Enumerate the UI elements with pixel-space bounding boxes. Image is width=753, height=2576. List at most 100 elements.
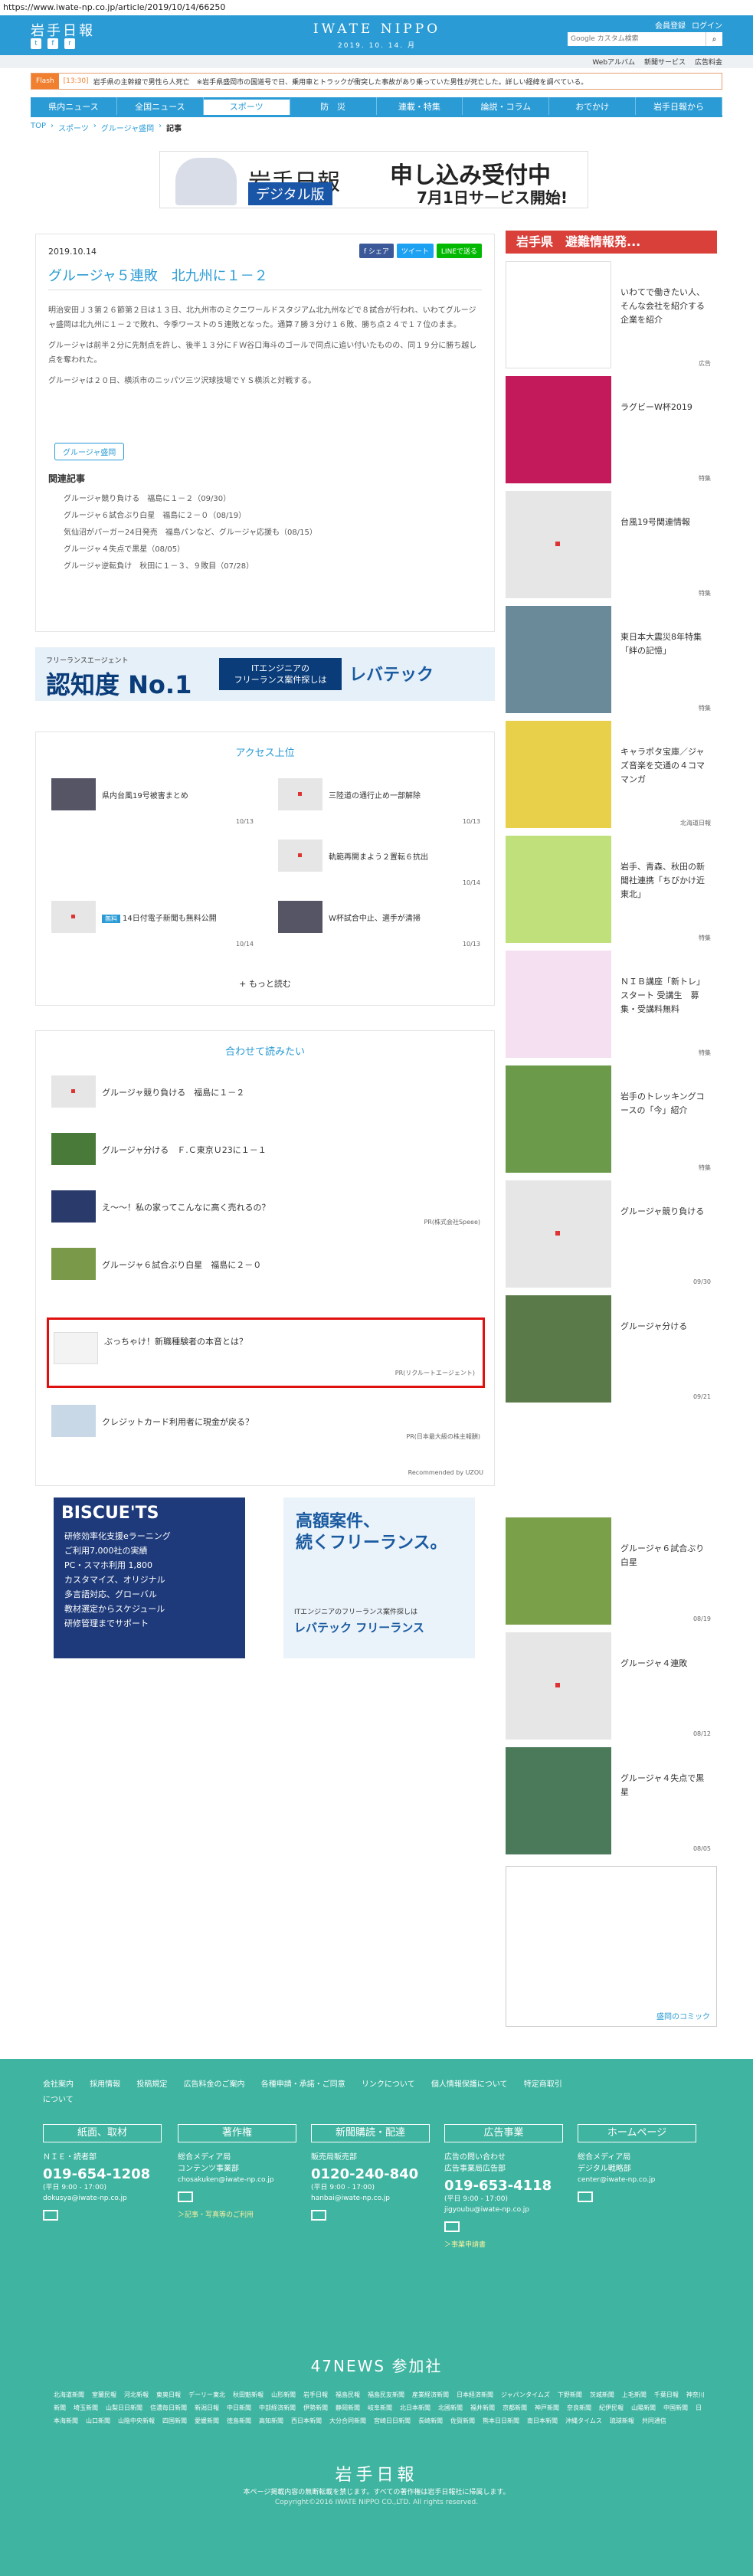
nav-item[interactable]: 岩手日報から (636, 97, 722, 115)
footer-link[interactable]: 投稿規定 (136, 2080, 167, 2089)
reco-item-highlighted[interactable]: ぶっちゃけ！新職種験者の本音とは？ PR(リクルートエージェント) (47, 1317, 485, 1388)
news-partner-link[interactable]: 岐阜新聞 (368, 2404, 392, 2411)
footer-link[interactable]: 広告料金のご案内 (184, 2080, 245, 2089)
breadcrumb-item[interactable]: グルージャ盛岡 (101, 122, 154, 133)
side-item[interactable]: グルージャ４連敗 08/12 (506, 1632, 717, 1740)
nav-item[interactable]: 防 災 (290, 97, 377, 115)
news-partner-link[interactable]: 千葉日報 (654, 2391, 679, 2398)
phone-number[interactable]: 019-654-1208 (43, 2166, 162, 2182)
uzou-credit[interactable]: Recommended by UZOU (408, 1469, 483, 1476)
site-logo[interactable]: 岩手日報 (31, 20, 95, 40)
email-link[interactable]: jigyoubu@iwate-np.co.jp (444, 2204, 563, 2215)
news-partner-link[interactable]: 秋田魁新報 (233, 2391, 264, 2398)
news-partner-link[interactable]: 岩手日報 (303, 2391, 328, 2398)
comic-widget[interactable]: 盛岡のコミック (506, 1866, 717, 2027)
side-item[interactable]: 台風19号関連情報 特集 (506, 491, 717, 598)
search-input[interactable] (568, 32, 706, 46)
levtech-ad[interactable]: 高額案件、 続くフリーランス。 ITエンジニアのフリーランス案件探しは レバテッ… (283, 1497, 475, 1658)
search-button[interactable]: ⌕ (706, 32, 722, 46)
news-partner-link[interactable]: 長崎新聞 (418, 2417, 443, 2424)
ranking-item[interactable]: 無料 14日付電子新聞も無料公開 10/14 (51, 901, 254, 954)
ranking-item[interactable]: W杯試合中止、選手が清掃 10/13 (278, 901, 480, 954)
news-partner-link[interactable]: 四国新聞 (162, 2417, 187, 2424)
news-partner-link[interactable]: ジャパンタイムズ (501, 2391, 550, 2398)
news-partner-link[interactable]: 京都新聞 (503, 2404, 527, 2411)
line-share-button[interactable]: LINEで送る (436, 244, 482, 258)
side-item[interactable]: グルージャ６試合ぶり白星 08/19 (506, 1517, 717, 1625)
news-partner-link[interactable]: 福島民報 (336, 2391, 360, 2398)
subbar-link[interactable]: Webアルバム (592, 57, 635, 67)
side-item[interactable]: グルージャ競り負ける 09/30 (506, 1180, 717, 1288)
reco-item[interactable]: グルージャ分ける Ｆ.Ｃ東京Ｕ23に１－１ (51, 1127, 480, 1173)
digital-banner[interactable]: 岩手日報 デジタル版 申し込み受付中 7月1日サービス開始! (159, 151, 588, 208)
nav-item[interactable]: 論説・コラム (463, 97, 550, 115)
news-partner-link[interactable]: 神戸新聞 (535, 2404, 559, 2411)
news-partner-link[interactable]: 紀伊民報 (599, 2404, 624, 2411)
reco-item[interactable]: クレジットカード利用者に現金が戻る？ PR(日本最大級の株主報酬) (51, 1399, 480, 1445)
news-partner-link[interactable]: 産業経済新聞 (412, 2391, 449, 2398)
ranking-item[interactable]: 県内台風19号被害まとめ 10/13 (51, 778, 254, 832)
footer-link[interactable]: 採用情報 (90, 2080, 120, 2089)
footer-link[interactable]: 個人情報保護について (431, 2080, 508, 2089)
news-partner-link[interactable]: 宮崎日日新聞 (374, 2417, 411, 2424)
news-partner-link[interactable]: 西日本新聞 (291, 2417, 322, 2424)
news-partner-link[interactable]: 福井新聞 (470, 2404, 495, 2411)
nav-item-sports[interactable]: スポーツ (203, 97, 290, 115)
biscuets-ad[interactable]: BISCUE'TS 研修効率化支援eラーニング ご利用7,000社の実績 PC・… (54, 1497, 245, 1658)
related-link[interactable]: グルージャ競り負ける 福島に１－２（09/30） (64, 491, 317, 508)
news-partner-link[interactable]: 山陽新聞 (631, 2404, 656, 2411)
footer-link[interactable]: リンクについて (362, 2080, 415, 2089)
nav-item[interactable]: 全国ニュース (117, 97, 204, 115)
nav-item[interactable]: 連載・特集 (377, 97, 463, 115)
phone-number[interactable]: 0120-240-840 (311, 2166, 430, 2182)
side-item[interactable]: 東日本大震災8年特集「絆の記憶」 特集 (506, 606, 717, 713)
news-partner-link[interactable]: 中部経済新聞 (259, 2404, 296, 2411)
evacuation-info-header[interactable]: 岩手県 避難情報発... (506, 231, 717, 254)
reco-item[interactable]: グルージャ競り負ける 福島に１－２ (51, 1069, 480, 1115)
news-partner-link[interactable]: 下野新聞 (558, 2391, 582, 2398)
tweet-button[interactable]: ツイート (396, 244, 434, 258)
facebook-icon[interactable]: f (47, 38, 58, 49)
reco-item[interactable]: グルージャ６試合ぶり白星 福島に２－０ (51, 1242, 480, 1288)
event-application-link[interactable]: ＞事業申請書 (444, 2239, 563, 2249)
news-partner-link[interactable]: 中日新聞 (227, 2404, 251, 2411)
side-item[interactable]: いわてで働きたい人、そんな会社を紹介する企業を紹介 広告 (506, 261, 717, 368)
article-tag[interactable]: グルージャ盛岡 (54, 443, 125, 460)
news-partner-link[interactable]: 共同通信 (642, 2417, 666, 2424)
footer-link[interactable]: 各種申請・承諾・ご同意 (261, 2080, 345, 2089)
email-link[interactable]: center@iwate-np.co.jp (578, 2175, 696, 2185)
related-link[interactable]: グルージャ４失点で黒星（08/05） (64, 542, 317, 558)
news-partner-link[interactable]: 熊本日日新聞 (483, 2417, 519, 2424)
side-item[interactable]: グルージャ４失点で黒星 08/05 (506, 1747, 717, 1854)
register-link[interactable]: 会員登録 (655, 19, 686, 31)
center-logo[interactable]: IWATE NIPPO (300, 21, 453, 37)
mail-icon[interactable] (578, 2191, 593, 2202)
facebook-share-button[interactable]: f シェア (358, 244, 394, 258)
news-partner-link[interactable]: 山口新聞 (86, 2417, 110, 2424)
related-link[interactable]: グルージャ６試合ぶり白星 福島に２－０（08/19） (64, 508, 317, 525)
news-partner-link[interactable]: 北日本新聞 (400, 2404, 431, 2411)
footer-logo[interactable]: 岩手日報 (0, 2461, 753, 2486)
news-partner-link[interactable]: 佐賀新聞 (450, 2417, 475, 2424)
news-partner-link[interactable]: 中国新聞 (663, 2404, 688, 2411)
mail-icon[interactable] (311, 2210, 326, 2221)
email-link[interactable]: hanbai@iwate-np.co.jp (311, 2193, 430, 2204)
news-partner-link[interactable]: 静岡新聞 (336, 2404, 360, 2411)
mail-icon[interactable] (178, 2191, 193, 2202)
news-partner-link[interactable]: 上毛新聞 (622, 2391, 647, 2398)
news-partner-link[interactable]: 福島民友新聞 (368, 2391, 404, 2398)
side-item[interactable]: 岩手、青森、秋田の新聞社連携「ちびかけ近東北」 特集 (506, 836, 717, 943)
url-bar[interactable]: https://www.iwate-np.co.jp/article/2019/… (0, 0, 753, 15)
breadcrumb-item[interactable]: TOP (31, 122, 46, 133)
news-partner-link[interactable]: 茨城新聞 (590, 2391, 614, 2398)
news-partner-link[interactable]: 愛媛新聞 (195, 2417, 219, 2424)
ranking-item[interactable]: 軌範再開まよう２置転６抗出 10/14 (278, 840, 480, 893)
login-link[interactable]: ログイン (692, 19, 722, 31)
related-link[interactable]: グルージャ逆転負け 秋田に１－３、９敗目（07/28） (64, 558, 317, 575)
news-partner-link[interactable]: 日本経済新聞 (457, 2391, 493, 2398)
news-partner-link[interactable]: 高知新聞 (259, 2417, 283, 2424)
twitter-icon[interactable]: t (31, 38, 41, 49)
news-partner-link[interactable]: 徳島新聞 (227, 2417, 251, 2424)
news-partner-link[interactable]: 新潟日報 (195, 2404, 219, 2411)
side-item[interactable]: グルージャ分ける 09/21 (506, 1295, 717, 1403)
